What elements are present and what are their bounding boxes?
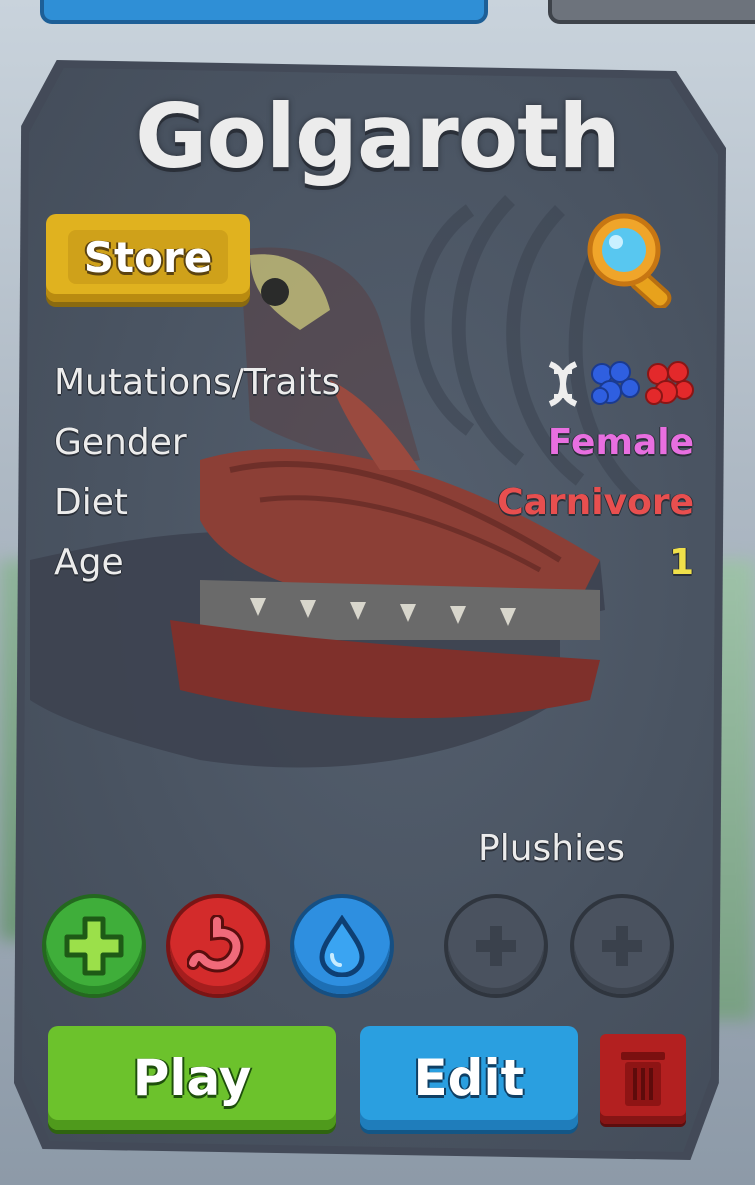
age-label: Age (54, 542, 124, 583)
creature-stats: Mutations/Traits Gender Female Diet Carn… (54, 360, 694, 602)
plushies-label: Plushies (478, 828, 626, 869)
play-button[interactable]: Play (48, 1026, 336, 1130)
store-button-face: Store (68, 230, 228, 284)
trash-icon (621, 1052, 665, 1106)
stomach-icon (187, 915, 244, 973)
edit-button[interactable]: Edit (360, 1026, 578, 1130)
trait-icons (540, 360, 694, 408)
delete-button[interactable] (600, 1034, 686, 1124)
mutations-label: Mutations/Traits (54, 362, 341, 403)
gender-label: Gender (54, 422, 187, 463)
age-value: 1 (668, 542, 694, 583)
diet-value: Carnivore (497, 482, 694, 523)
stat-row-mutations: Mutations/Traits (54, 360, 694, 422)
gender-value: Female (547, 422, 694, 463)
stat-row-gender: Gender Female (54, 422, 694, 482)
store-button[interactable]: Store (46, 214, 250, 302)
plus-icon (64, 916, 124, 976)
red-cluster-icon[interactable] (644, 360, 694, 408)
diet-label: Diet (54, 482, 128, 523)
heal-button[interactable] (46, 898, 142, 994)
plushie-slot-1[interactable] (448, 898, 544, 994)
plus-icon (602, 926, 642, 966)
stat-row-age: Age 1 (54, 542, 694, 602)
creature-name: Golgaroth (135, 85, 621, 188)
play-button-label: Play (132, 1049, 252, 1107)
plushie-slot-2[interactable] (574, 898, 670, 994)
magnifier-icon[interactable] (580, 208, 688, 308)
dna-icon[interactable] (540, 360, 586, 408)
edit-button-label: Edit (413, 1049, 525, 1107)
blue-cluster-icon[interactable] (590, 360, 640, 408)
water-drop-icon (319, 915, 365, 977)
store-button-label: Store (83, 232, 213, 282)
plus-icon (476, 926, 516, 966)
stat-row-diet: Diet Carnivore (54, 482, 694, 542)
drink-button[interactable] (294, 898, 390, 994)
feed-button[interactable] (170, 898, 266, 994)
